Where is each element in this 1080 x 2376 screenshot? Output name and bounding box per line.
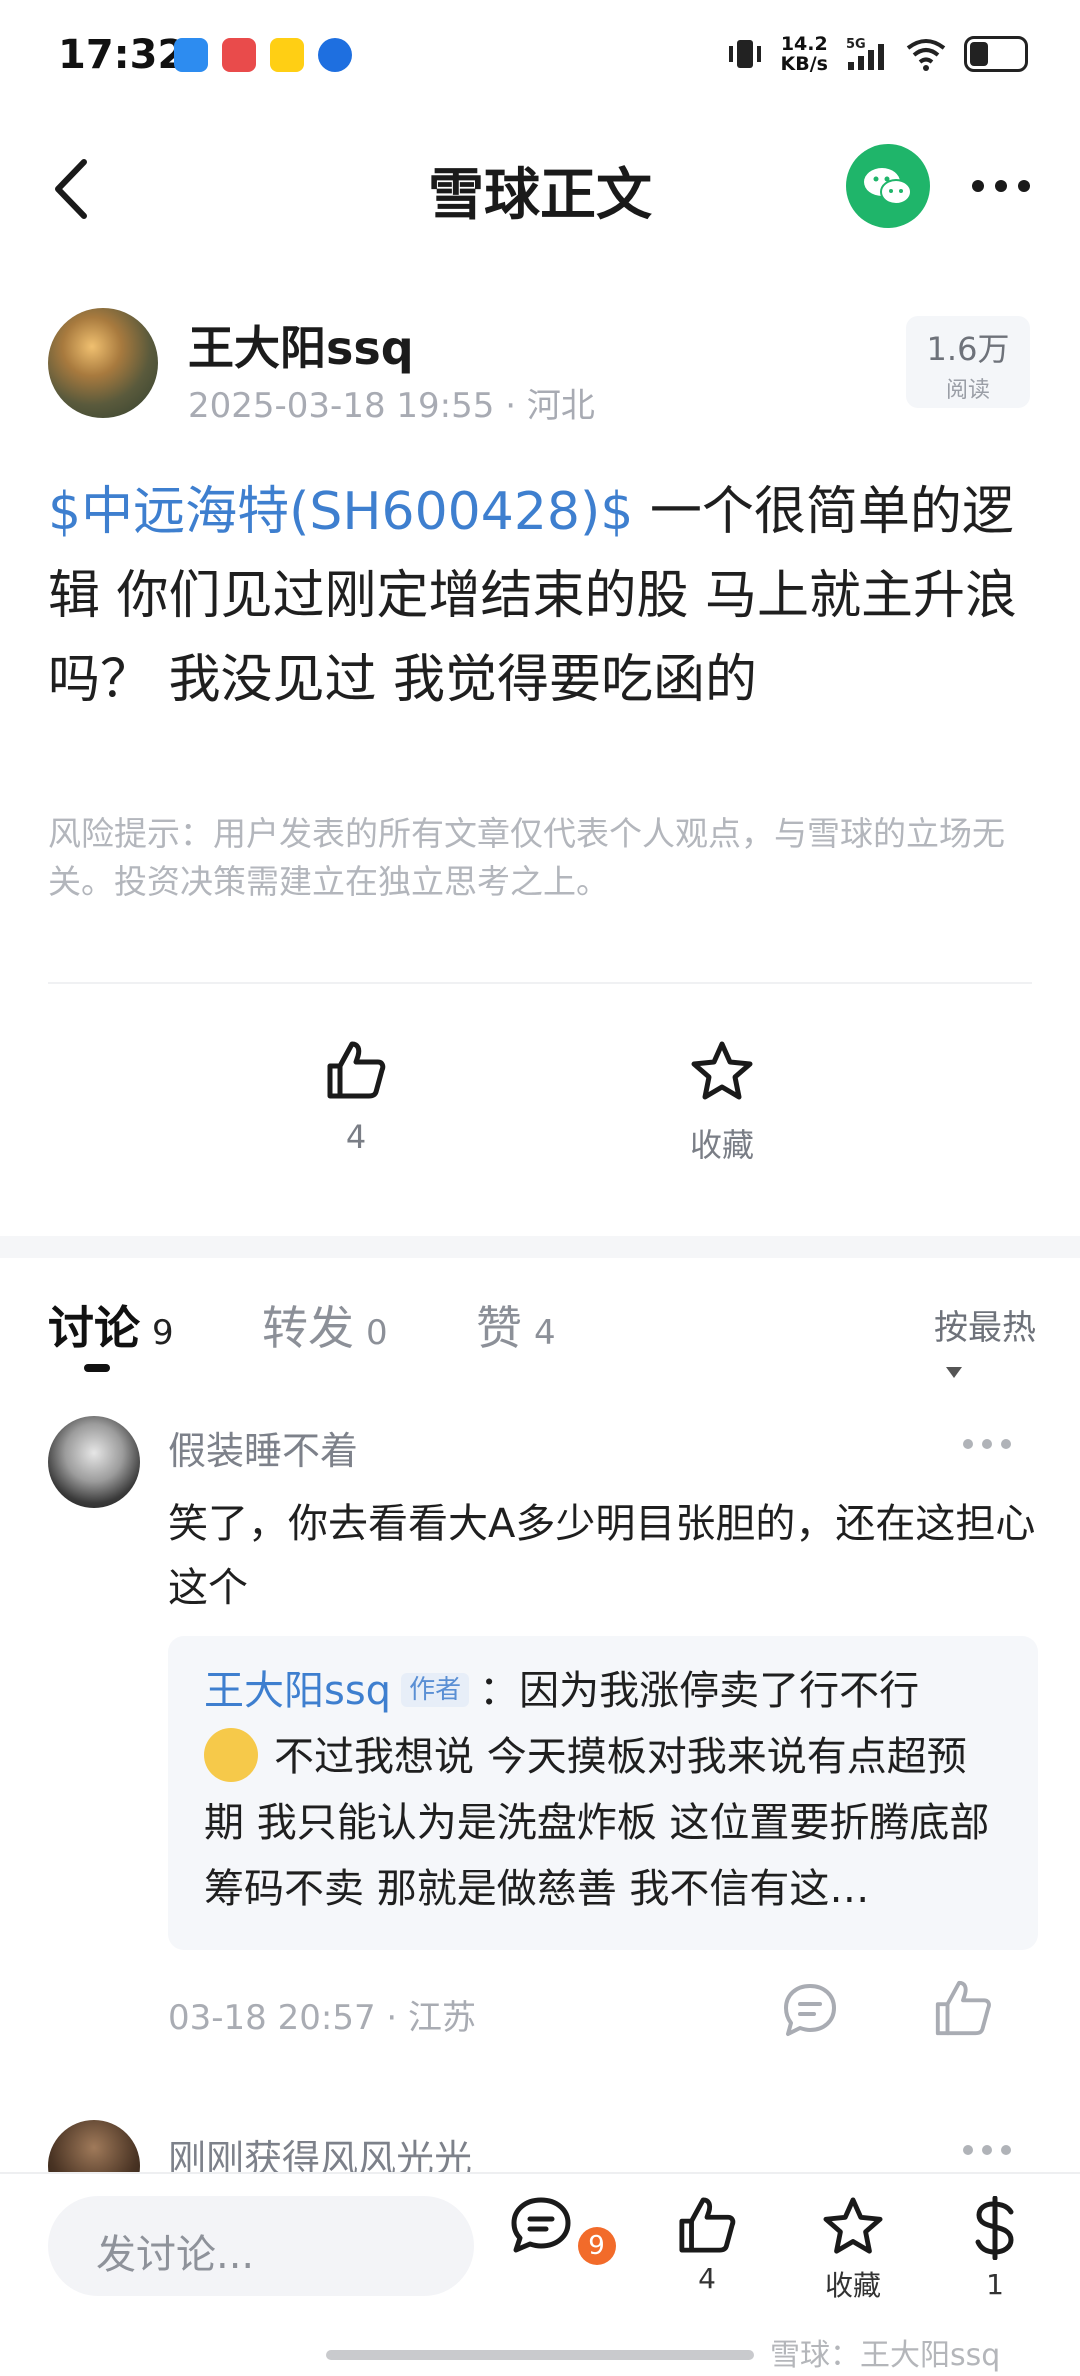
- shield-notification-icon: [318, 38, 352, 72]
- thumbs-up-icon: [679, 2197, 736, 2253]
- post-content: $中远海特(SH600428)$ 一个很简单的逻辑 你们见过刚定增结束的股 马上…: [48, 470, 1038, 722]
- commenter-avatar[interactable]: [48, 1416, 140, 1508]
- reply-text-rest: 不过我想说 今天摸板对我来说有点超预期 我只能认为是洗盘炸板 这位置要折腾底部筹…: [204, 1734, 990, 1912]
- read-count-badge: 1.6万 阅读: [906, 316, 1030, 408]
- app-notification-icon: [174, 38, 208, 72]
- watermark: 雪球：王大阳ssq: [770, 2338, 1001, 2373]
- comment-meta-separator: ·: [375, 1998, 409, 2038]
- comment-location: 江苏: [408, 1998, 477, 2038]
- status-indicators: 14.2 KB/s 5G: [725, 34, 1028, 74]
- comment-reply-button[interactable]: [782, 1982, 838, 2038]
- tab-likes-count: 4: [534, 1313, 556, 1353]
- author-avatar[interactable]: [48, 308, 158, 418]
- signal-icon: 5G: [846, 37, 884, 70]
- tab-discussion[interactable]: 讨论 9: [48, 1292, 174, 1358]
- svg-text:5G: 5G: [846, 37, 866, 52]
- net-speed: 14.2 KB/s: [781, 34, 828, 74]
- net-speed-value: 14.2: [780, 33, 828, 55]
- author-reply-box[interactable]: 王大阳ssq 作者 ：因为我涨停卖了行不行 不过我想说 今天摸板对我来说有点超预期 …: [168, 1636, 1038, 1950]
- home-indicator[interactable]: [326, 2350, 754, 2360]
- tab-likes-label: 赞: [476, 1301, 522, 1355]
- risk-disclaimer: 风险提示：用户发表的所有文章仅代表个人观点，与雪球的立场无关。投资决策需建立在独…: [48, 814, 1005, 901]
- meituan-notification-icon: [270, 38, 304, 72]
- meta-separator: ·: [494, 386, 527, 426]
- stock-link[interactable]: $中远海特(SH600428)$: [48, 482, 633, 542]
- bottom-like-count: 4: [698, 2262, 716, 2295]
- read-label: 阅读: [945, 378, 990, 403]
- active-tab-indicator: [84, 1364, 110, 1372]
- triangle-down-icon: [946, 1367, 962, 1378]
- reward-button[interactable]: 1: [940, 2195, 1050, 2301]
- comment-meta: 03-18 20:57 · 江苏: [168, 1990, 476, 2039]
- sort-label: 按最热: [934, 1308, 1036, 1348]
- reply-text-first: ：因为我涨停卖了行不行: [479, 1668, 920, 1714]
- comment-bubble-icon: [511, 2197, 571, 2253]
- wechat-icon: [864, 168, 912, 205]
- comment-count-badge: 9: [577, 2227, 616, 2265]
- wifi-icon: [906, 39, 946, 71]
- comment-text: 笑了，你去看看大A多少明目张胆的，还在这担心这个: [168, 1501, 1036, 1611]
- bottom-favorite-button[interactable]: 收藏: [798, 2196, 908, 2304]
- vibrate-icon: [728, 40, 761, 68]
- comment-input-placeholder: 发讨论...: [96, 2232, 255, 2278]
- comment-like-button[interactable]: [932, 1978, 994, 2038]
- status-time: 17:32: [58, 32, 186, 78]
- discussion-tabs: 讨论 9 转发 0 赞4 按最热: [48, 1292, 1048, 1378]
- thumbs-up-icon: [327, 1041, 386, 1099]
- author-tag: 作者: [401, 1673, 470, 1707]
- bottom-like-button[interactable]: 4: [652, 2196, 762, 2295]
- sort-dropdown[interactable]: 按最热: [934, 1300, 1048, 1389]
- comment-time: 03-18 20:57: [168, 1998, 376, 2038]
- like-button[interactable]: 4: [286, 1040, 426, 1156]
- reply-author-name[interactable]: 王大阳ssq: [204, 1668, 391, 1714]
- tab-discussion-count: 9: [152, 1313, 174, 1353]
- comments-button[interactable]: 9: [508, 2196, 618, 2265]
- commenter-name[interactable]: 假装睡不着: [168, 1420, 358, 1475]
- section-separator: [0, 1236, 1080, 1258]
- star-icon: [691, 1041, 753, 1100]
- tab-likes[interactable]: 赞4: [476, 1292, 556, 1358]
- sweat-emoji-icon: [204, 1728, 258, 1782]
- comment-more-button[interactable]: [960, 1434, 1014, 1454]
- notification-icons: [174, 38, 352, 72]
- comment-input[interactable]: 发讨论...: [48, 2196, 474, 2296]
- tab-discussion-label: 讨论: [48, 1301, 140, 1355]
- post-datetime: 2025-03-18 19:55: [188, 386, 495, 426]
- bottom-favorite-label: 收藏: [824, 2269, 881, 2302]
- comment-more-button[interactable]: [960, 2140, 1014, 2160]
- wechat-share-button[interactable]: [846, 144, 930, 228]
- author-name[interactable]: 王大阳ssq: [188, 312, 414, 378]
- divider: [48, 982, 1032, 984]
- read-count: 1.6万: [926, 330, 1010, 368]
- more-options-button[interactable]: [966, 166, 1036, 206]
- reward-count: 1: [986, 2268, 1004, 2301]
- tab-repost[interactable]: 转发 0: [262, 1292, 388, 1358]
- battery-icon: [964, 36, 1028, 72]
- favorite-button[interactable]: 收藏: [652, 1040, 792, 1166]
- like-count: 4: [345, 1118, 367, 1156]
- tab-repost-count: 0: [366, 1313, 388, 1353]
- bottom-action-bar: 发讨论... 9 4 收藏 1 雪球：王大阳ssq: [0, 2172, 1080, 2376]
- tab-repost-label: 转发: [262, 1301, 354, 1355]
- star-icon: [823, 2197, 883, 2254]
- top-nav: 雪球正文: [0, 118, 1080, 258]
- dollar-icon: [975, 2195, 1014, 2261]
- favorite-label: 收藏: [689, 1126, 754, 1164]
- post-location: 河北: [526, 386, 595, 426]
- net-speed-unit: KB/s: [780, 53, 828, 75]
- status-bar: 17:32 14.2 KB/s 5G: [0, 0, 1080, 118]
- map-notification-icon: [222, 38, 256, 72]
- post-meta: 2025-03-18 19:55 · 河北: [188, 378, 595, 427]
